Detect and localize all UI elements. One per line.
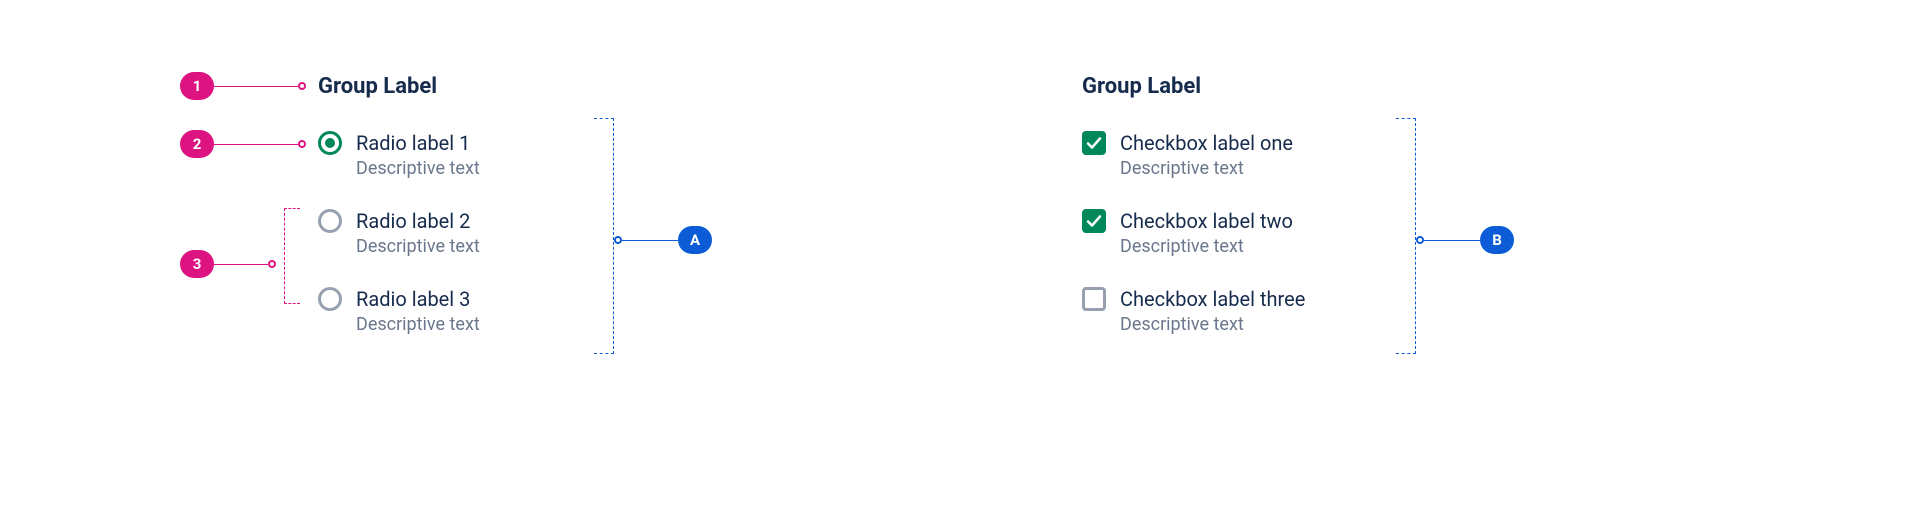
check-icon xyxy=(1086,135,1102,151)
annotation-callout-1: 1 xyxy=(180,72,314,100)
checkbox-options: Checkbox label one Descriptive text Chec… xyxy=(1082,131,1630,337)
checkbox-group-column: Group Label Checkbox label one Descripti… xyxy=(1050,74,1630,365)
annotation-callout-2: 2 xyxy=(180,130,314,158)
annotation-dot-a xyxy=(614,236,622,244)
annotation-bracket-b xyxy=(1396,118,1416,354)
checkbox-label: Checkbox label one xyxy=(1120,131,1293,155)
annotation-connector-a xyxy=(622,240,678,241)
radio-label: Radio label 1 xyxy=(356,131,480,155)
radio-group-label: Group Label xyxy=(318,74,770,99)
checkbox-label: Checkbox label two xyxy=(1120,209,1293,233)
annotation-badge-b: B xyxy=(1480,226,1514,254)
annotation-dot-3 xyxy=(268,260,276,268)
annotation-badge-a: A xyxy=(678,226,712,254)
radio-icon[interactable] xyxy=(318,287,342,311)
radio-option-3[interactable]: Radio label 3 Descriptive text xyxy=(318,287,770,337)
annotation-badge-2: 2 xyxy=(180,130,214,158)
annotation-callout-b: B xyxy=(1416,226,1514,254)
radio-label: Radio label 2 xyxy=(356,209,480,233)
checkbox-icon[interactable] xyxy=(1082,209,1106,233)
annotation-bracket-3 xyxy=(284,208,300,304)
radio-group-column: 1 Group Label 2 3 Radio label 1 Descript… xyxy=(190,74,770,365)
radio-icon[interactable] xyxy=(318,209,342,233)
annotation-badge-1: 1 xyxy=(180,72,214,100)
annotation-connector-2 xyxy=(214,144,298,145)
annotation-dot-2 xyxy=(298,140,306,148)
checkbox-label: Checkbox label three xyxy=(1120,287,1305,311)
checkbox-description: Descriptive text xyxy=(1120,313,1305,337)
annotation-callout-a: A xyxy=(614,226,712,254)
annotation-connector-b xyxy=(1424,240,1480,241)
annotation-bracket-a xyxy=(594,118,614,354)
checkbox-icon[interactable] xyxy=(1082,287,1106,311)
annotation-callout-3: 3 xyxy=(180,250,276,278)
checkbox-icon[interactable] xyxy=(1082,131,1106,155)
checkbox-group-label: Group Label xyxy=(1082,74,1630,99)
checkbox-option-1[interactable]: Checkbox label one Descriptive text xyxy=(1082,131,1630,181)
annotation-connector-1 xyxy=(214,86,298,87)
checkbox-option-3[interactable]: Checkbox label three Descriptive text xyxy=(1082,287,1630,337)
annotation-badge-3: 3 xyxy=(180,250,214,278)
checkbox-description: Descriptive text xyxy=(1120,157,1293,181)
radio-description: Descriptive text xyxy=(356,157,480,181)
radio-description: Descriptive text xyxy=(356,235,480,259)
radio-label: Radio label 3 xyxy=(356,287,480,311)
checkbox-option-2[interactable]: Checkbox label two Descriptive text xyxy=(1082,209,1630,259)
check-icon xyxy=(1086,213,1102,229)
annotation-dot-1 xyxy=(298,82,306,90)
radio-option-1[interactable]: Radio label 1 Descriptive text xyxy=(318,131,770,181)
annotation-dot-b xyxy=(1416,236,1424,244)
radio-description: Descriptive text xyxy=(356,313,480,337)
checkbox-description: Descriptive text xyxy=(1120,235,1293,259)
annotation-connector-3 xyxy=(214,264,268,265)
radio-icon[interactable] xyxy=(318,131,342,155)
